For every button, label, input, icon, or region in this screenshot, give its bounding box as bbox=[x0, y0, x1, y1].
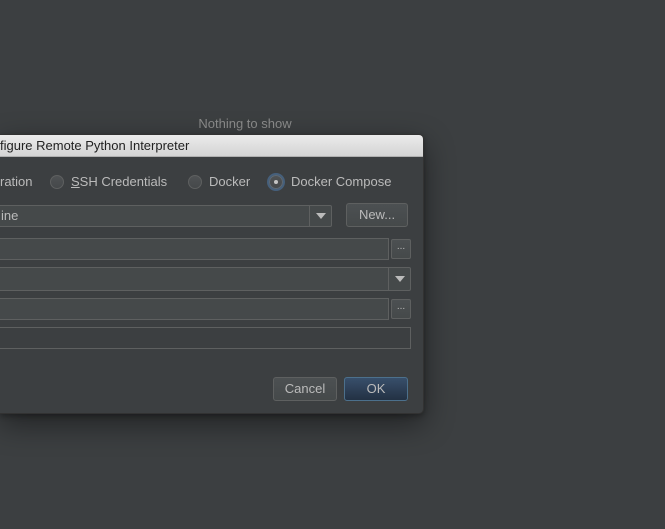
server-combo[interactable]: ine bbox=[0, 205, 332, 227]
chevron-down-icon bbox=[395, 276, 405, 282]
environment-variables-browse-button[interactable]: ... bbox=[391, 299, 411, 319]
server-combo-value: ine bbox=[1, 208, 19, 223]
radio-ssh-button[interactable] bbox=[50, 175, 64, 189]
dialog-titlebar[interactable]: figure Remote Python Interpreter bbox=[0, 135, 423, 157]
radio-docker-label: Docker bbox=[209, 174, 251, 189]
python-interpreter-path-field[interactable] bbox=[0, 327, 411, 349]
environment-variables-field[interactable] bbox=[0, 298, 389, 320]
service-combo[interactable] bbox=[0, 267, 411, 291]
ok-button[interactable]: OK bbox=[344, 377, 408, 401]
service-combo-arrow[interactable] bbox=[388, 268, 410, 290]
new-server-button[interactable]: New... bbox=[346, 203, 408, 227]
configure-remote-interpreter-dialog: figure Remote Python Interpreter ration … bbox=[0, 134, 424, 414]
empty-state-text: Nothing to show bbox=[198, 116, 292, 131]
dialog-title: figure Remote Python Interpreter bbox=[0, 138, 190, 153]
radio-ssh-label: SSH Credentials bbox=[71, 174, 168, 189]
server-combo-arrow[interactable] bbox=[309, 206, 331, 226]
radio-docker-compose-button[interactable] bbox=[269, 175, 283, 189]
radio-docker-button[interactable] bbox=[188, 175, 202, 189]
cancel-button[interactable]: Cancel bbox=[273, 377, 337, 401]
configuration-files-field[interactable] bbox=[0, 238, 389, 260]
radio-configuration-label: ration bbox=[0, 174, 33, 189]
chevron-down-icon bbox=[316, 213, 326, 219]
radio-configuration[interactable]: ration bbox=[0, 172, 33, 192]
configuration-files-browse-button[interactable]: ... bbox=[391, 239, 411, 259]
radio-docker-compose-label: Docker Compose bbox=[291, 174, 392, 189]
